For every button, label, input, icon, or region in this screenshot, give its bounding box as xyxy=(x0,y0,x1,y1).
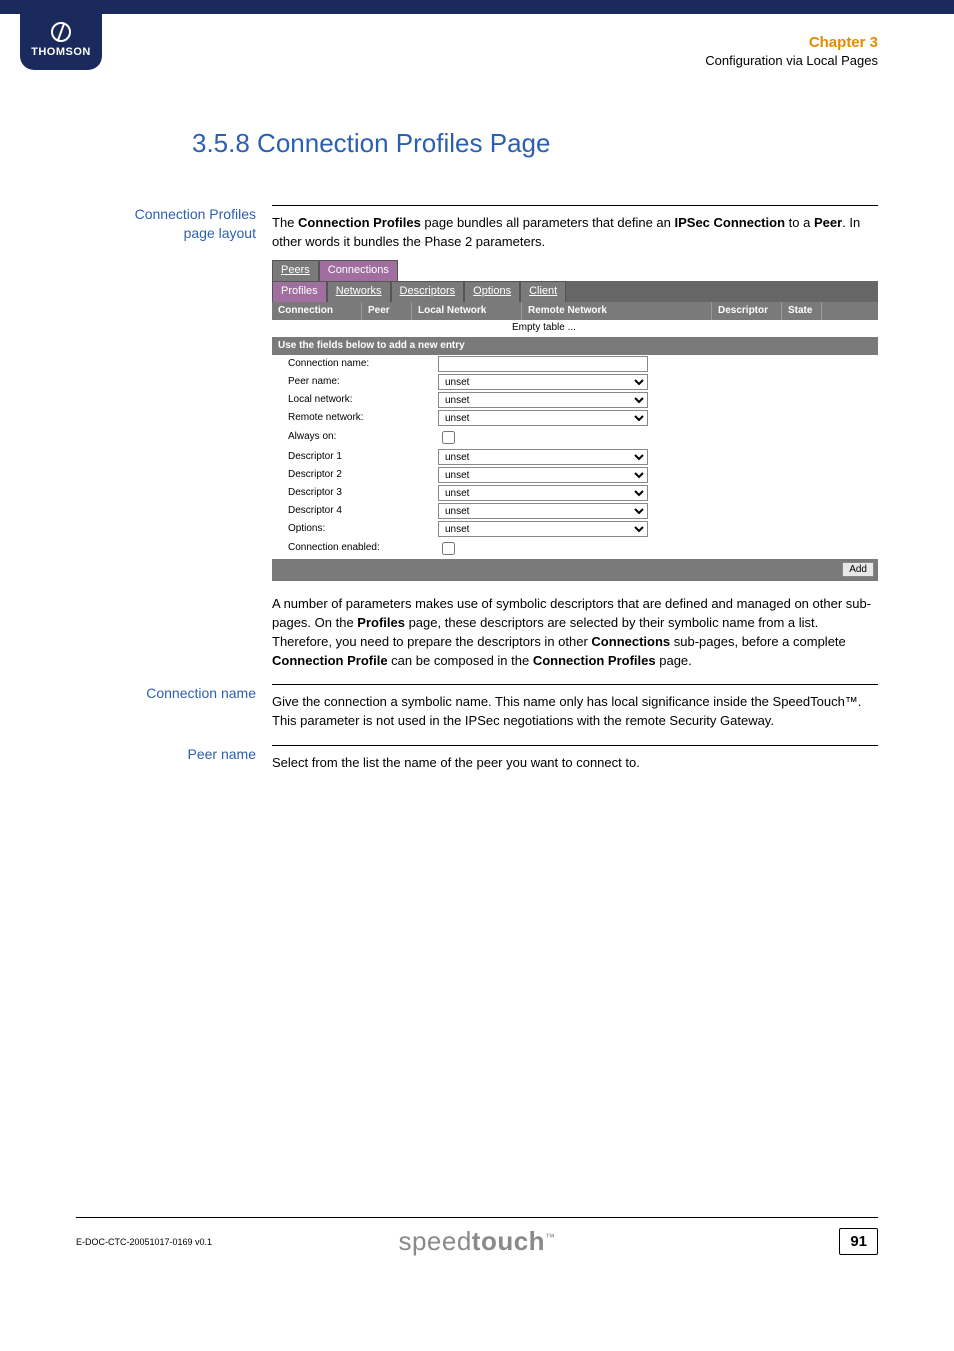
table-empty-row: Empty table ... xyxy=(272,320,878,337)
form-row: Local network:unset xyxy=(272,391,878,409)
header-right: Chapter 3 Configuration via Local Pages xyxy=(705,34,878,68)
section-rule xyxy=(272,684,878,685)
field-label: Connection name: xyxy=(288,357,438,372)
embedded-config-ui: PeersConnections ProfilesNetworksDescrip… xyxy=(272,260,878,581)
subtab-options[interactable]: Options xyxy=(464,281,520,302)
col-peer: Peer xyxy=(362,302,412,321)
col-state: State xyxy=(782,302,822,321)
side-label-peer-name: Peer name xyxy=(122,745,272,764)
field-label: Connection enabled: xyxy=(288,541,438,556)
add-button[interactable]: Add xyxy=(842,562,874,577)
table-header: ConnectionPeerLocal NetworkRemote Networ… xyxy=(272,302,878,321)
form-row: Descriptor 1unset xyxy=(272,448,878,466)
field-label: Always on: xyxy=(288,430,438,445)
globe-icon xyxy=(51,22,71,42)
field-input-text[interactable] xyxy=(438,356,648,372)
chapter-label: Chapter 3 xyxy=(705,34,878,51)
field-label: Descriptor 2 xyxy=(288,468,438,483)
tab-peers[interactable]: Peers xyxy=(272,260,319,281)
form-row: Descriptor 4unset xyxy=(272,502,878,520)
field-label: Peer name: xyxy=(288,375,438,390)
col-local-network: Local Network xyxy=(412,302,522,321)
add-row: Add xyxy=(272,559,878,581)
field-input-select[interactable]: unset xyxy=(438,449,648,465)
form-row: Always on: xyxy=(272,427,878,448)
field-input-select[interactable]: unset xyxy=(438,485,648,501)
col-connection: Connection xyxy=(272,302,362,321)
page-footer: E-DOC-CTC-20051017-0169 v0.1 speedtouch™… xyxy=(76,1217,878,1255)
field-label: Descriptor 4 xyxy=(288,504,438,519)
form-row: Peer name:unset xyxy=(272,373,878,391)
form-row: Descriptor 2unset xyxy=(272,466,878,484)
chapter-sub: Configuration via Local Pages xyxy=(705,53,878,68)
field-label: Remote network: xyxy=(288,411,438,426)
conn-name-text: Give the connection a symbolic name. Thi… xyxy=(272,693,878,731)
col-descriptor: Descriptor xyxy=(712,302,782,321)
subtab-profiles[interactable]: Profiles xyxy=(272,281,327,302)
form-row: Connection enabled: xyxy=(272,538,878,559)
field-input-select[interactable]: unset xyxy=(438,374,648,390)
subtab-client[interactable]: Client xyxy=(520,281,566,302)
form-header: Use the fields below to add a new entry xyxy=(272,337,878,356)
layout-para-2: A number of parameters makes use of symb… xyxy=(272,595,878,670)
field-input-select[interactable]: unset xyxy=(438,467,648,483)
form-row: Remote network:unset xyxy=(272,409,878,427)
tab-connections[interactable]: Connections xyxy=(319,260,398,281)
page-number: 91 xyxy=(839,1228,878,1255)
side-label-conn-name: Connection name xyxy=(122,684,272,703)
doc-id: E-DOC-CTC-20051017-0169 v0.1 xyxy=(76,1237,212,1247)
layout-para-1: The Connection Profiles page bundles all… xyxy=(272,214,878,252)
peer-name-text: Select from the list the name of the pee… xyxy=(272,754,878,773)
subtab-networks[interactable]: Networks xyxy=(327,281,391,302)
field-input-select[interactable]: unset xyxy=(438,410,648,426)
side-label-layout: Connection Profiles page layout xyxy=(122,205,272,243)
field-input-checkbox[interactable] xyxy=(442,542,455,555)
form-row: Options:unset xyxy=(272,520,878,538)
brand-logo: THOMSON xyxy=(20,14,102,70)
field-input-select[interactable]: unset xyxy=(438,392,648,408)
top-bar xyxy=(0,0,954,14)
section-title: 3.5.8 Connection Profiles Page xyxy=(192,128,878,159)
top-tabs: PeersConnections xyxy=(272,260,878,281)
subtab-descriptors[interactable]: Descriptors xyxy=(391,281,465,302)
field-label: Descriptor 1 xyxy=(288,450,438,465)
form-row: Connection name: xyxy=(272,355,878,373)
field-label: Local network: xyxy=(288,393,438,408)
logo-text: THOMSON xyxy=(31,46,91,58)
col-remote-network: Remote Network xyxy=(522,302,712,321)
field-input-select[interactable]: unset xyxy=(438,503,648,519)
brand-wordmark: speedtouch™ xyxy=(398,1226,555,1257)
section-rule xyxy=(272,745,878,746)
form-row: Descriptor 3unset xyxy=(272,484,878,502)
field-input-checkbox[interactable] xyxy=(442,431,455,444)
field-label: Descriptor 3 xyxy=(288,486,438,501)
section-rule xyxy=(272,205,878,206)
field-label: Options: xyxy=(288,522,438,537)
field-input-select[interactable]: unset xyxy=(438,521,648,537)
sub-tabs: ProfilesNetworksDescriptorsOptionsClient xyxy=(272,281,878,302)
